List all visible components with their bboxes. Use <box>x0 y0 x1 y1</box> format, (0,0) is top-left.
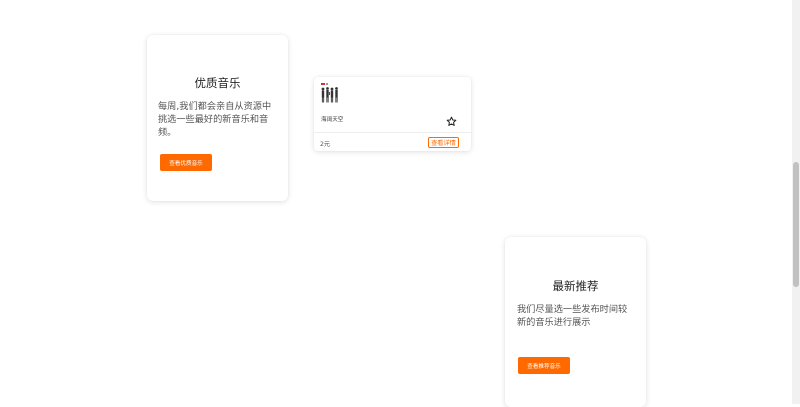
scrollbar-thumb[interactable] <box>793 162 799 287</box>
view-quality-music-button[interactable]: 查看优质音乐 <box>160 154 212 171</box>
album-cover-image <box>320 82 340 104</box>
view-details-button[interactable]: 查看详情 <box>428 137 459 148</box>
star-outline-icon[interactable] <box>446 112 457 126</box>
product-price: 2元 <box>320 141 331 148</box>
featured-card-quality-music: 优质音乐 每周,我们都会亲自从资源中挑选一些最好的新音乐和音频。 查看优质音乐 <box>147 35 288 201</box>
view-recommended-music-button[interactable]: 查看推荐音乐 <box>518 357 570 374</box>
vertical-scrollbar[interactable] <box>792 0 800 404</box>
divider <box>314 132 471 133</box>
featured-card-latest-recommendations: 最新推荐 我们尽量选一些发布时间较新的音乐进行展示 查看推荐音乐 <box>505 237 646 407</box>
card-description: 每周,我们都会亲自从资源中挑选一些最好的新音乐和音频。 <box>158 101 272 138</box>
product-card[interactable]: 海阔天空 2元 查看详情 <box>314 77 471 151</box>
product-name: 海阔天空 <box>321 117 344 123</box>
card-description: 我们尽量选一些发布时间较新的音乐进行展示 <box>517 304 628 328</box>
card-title: 最新推荐 <box>552 279 599 293</box>
card-title: 优质音乐 <box>194 76 241 90</box>
